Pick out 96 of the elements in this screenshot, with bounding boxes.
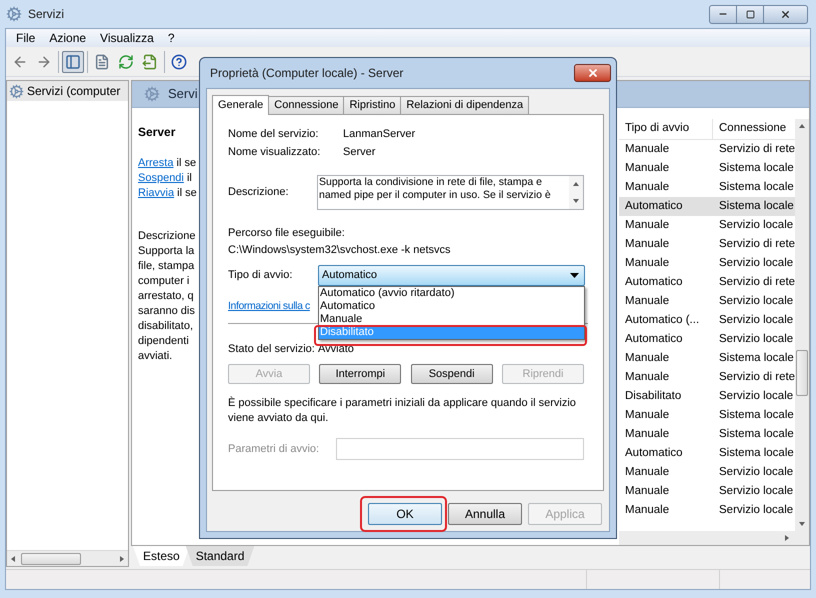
- dialog-button[interactable]: OK: [368, 503, 442, 525]
- table-cell-text: Servizio locale: [718, 256, 794, 271]
- table-cell-text: Sistema locale: [718, 198, 794, 214]
- description-line: dipendenti: [138, 334, 190, 349]
- field-value: Server: [343, 144, 376, 160]
- field-label: Nome del servizio:: [228, 126, 320, 142]
- action-text: Sospendi il: [138, 171, 193, 186]
- table-cell-text: Manuale: [624, 408, 670, 423]
- description-line: file, stampa: [138, 259, 196, 274]
- table-cell-text: Sistema locale: [718, 180, 794, 195]
- dialog-tab[interactable]: Relazioni di dipendenza: [400, 96, 530, 114]
- column-header[interactable]: Connessione: [713, 119, 796, 139]
- table-cell-text: Servizio locale: [718, 294, 794, 309]
- table-cell-text: Automatico: [624, 446, 684, 461]
- table-cell-text: Manuale: [624, 464, 670, 480]
- tree-item[interactable]: Servizi (computer: [7, 81, 128, 101]
- table-cell-text: Sistema locale: [718, 446, 794, 461]
- menu-item[interactable]: Visualizza: [94, 29, 160, 47]
- table-cell-text: Manuale: [624, 160, 670, 176]
- column-header[interactable]: Tipo di avvio: [619, 119, 713, 139]
- table-cell-text: Manuale: [624, 484, 670, 499]
- table-cell-text: Sistema locale: [718, 350, 794, 366]
- dropdown-option[interactable]: Manuale: [319, 313, 584, 326]
- action-text: Riavvia il se: [138, 186, 198, 201]
- service-button[interactable]: Interrompi: [319, 364, 402, 384]
- dialog-tab[interactable]: Ripristino: [343, 96, 402, 114]
- dialog-button[interactable]: Annulla: [448, 503, 522, 525]
- table-cell-text: Servizio locale: [718, 312, 794, 328]
- table-cell-text: Servizio locale: [718, 502, 794, 518]
- list-row[interactable]: Automatico Sistema locale: [619, 197, 796, 216]
- field-value: C:\Windows\system32\svchost.exe -k netsvcs: [228, 243, 452, 258]
- table-cell-text: Automatico: [624, 332, 684, 347]
- panel-title: Servi: [168, 85, 198, 104]
- table-cell-text: Manuale: [624, 236, 670, 252]
- table-cell-text: Manuale: [624, 294, 670, 309]
- action-text: Arresta il se: [138, 156, 198, 171]
- table-cell-text: Disabilitato: [624, 388, 682, 404]
- tree-label: Servizi (computer: [27, 83, 120, 100]
- table-cell-text: Sistema locale: [718, 160, 794, 176]
- field-label: Parametri di avvio:: [228, 442, 320, 456]
- table-cell-text: Servizio locale: [718, 464, 794, 480]
- table-cell-text: Manuale: [624, 218, 670, 233]
- description-box[interactable]: Supporta la condivisione in rete di file, stampa e named pipe per il computer in uso. Se il servizio è: [317, 175, 584, 210]
- table-cell-text: Automatico: [624, 274, 684, 290]
- action-link[interactable]: Riavvia: [138, 187, 174, 199]
- table-cell-text: Servizio di rete: [718, 370, 796, 385]
- description-line: saranno dis: [138, 304, 196, 319]
- table-cell-text: Servizio di rete: [718, 274, 796, 290]
- view-tab[interactable]: Esteso: [133, 546, 190, 566]
- table-cell-text: Automatico: [624, 198, 684, 214]
- window-title: Servizi: [28, 6, 64, 23]
- table-cell-text: Manuale: [624, 502, 670, 518]
- menu-item[interactable]: ?: [162, 29, 181, 47]
- table-cell-text: Automatico (...: [624, 312, 700, 328]
- field-label: Percorso file eseguibile:: [228, 226, 346, 241]
- table-cell-text: Manuale: [624, 370, 670, 385]
- table-cell-text: Manuale: [624, 350, 670, 366]
- table-cell-text: Manuale: [624, 256, 670, 271]
- field-label: Nome visualizzato:: [228, 144, 322, 160]
- table-cell-text: Manuale: [624, 180, 670, 195]
- action-link[interactable]: Arresta: [138, 157, 174, 169]
- dropdown-option[interactable]: Automatico (avvio ritardato): [319, 287, 584, 300]
- description-line: Supporta la: [138, 244, 196, 259]
- table-cell-text: Sistema locale: [718, 426, 794, 442]
- view-tab[interactable]: Standard: [186, 546, 254, 566]
- dropdown-option[interactable]: Automatico: [319, 300, 584, 313]
- startup-type-dropdown[interactable]: Automatico: [318, 265, 585, 286]
- menu-item[interactable]: Azione: [43, 29, 92, 47]
- description-line: Descrizione: [138, 229, 196, 244]
- table-cell-text: Servizio locale: [718, 484, 794, 499]
- service-button[interactable]: Sospendi: [410, 364, 493, 384]
- service-title: Server: [138, 124, 176, 141]
- table-cell-text: Servizio locale: [718, 332, 794, 347]
- dialog-tab[interactable]: Connessione: [268, 96, 344, 114]
- description-line: computer i: [138, 274, 190, 289]
- action-link[interactable]: Sospendi: [138, 172, 184, 184]
- dialog-tab[interactable]: Generale: [212, 95, 270, 115]
- table-cell-text: Servizio locale: [718, 388, 794, 404]
- description-line: arrestato, q: [138, 289, 195, 304]
- dialog-title: Proprietà (Computer locale) - Server: [210, 65, 404, 82]
- field-label: Stato del servizio:: [228, 342, 316, 356]
- table-cell-text: Servizio di rete: [718, 142, 796, 157]
- table-cell-text: Manuale: [624, 426, 670, 442]
- field-value: LanmanServer: [343, 126, 416, 142]
- table-cell-text: Sistema locale: [718, 408, 794, 423]
- table-cell-text: Servizio di rete: [718, 236, 796, 252]
- hint-text: È possibile specificare i parametri iniziali da applicare quando il servizio viene avviato da qui.: [228, 396, 577, 426]
- table-cell-text: Manuale: [624, 142, 670, 157]
- description-text: Supporta la condivisione in rete di file, stampa e named pipe per il computer in uso. Se il servizio è: [318, 176, 552, 203]
- field-label: Descrizione:: [228, 185, 290, 200]
- table-cell-text: Servizio locale: [718, 218, 794, 233]
- field-label: Tipo di avvio:: [228, 268, 294, 284]
- description-line: disabilitato,: [138, 319, 194, 334]
- description-line: avviati.: [138, 349, 174, 364]
- menu-item[interactable]: File: [10, 29, 42, 47]
- info-link[interactable]: Informazioni sulla c: [228, 299, 310, 315]
